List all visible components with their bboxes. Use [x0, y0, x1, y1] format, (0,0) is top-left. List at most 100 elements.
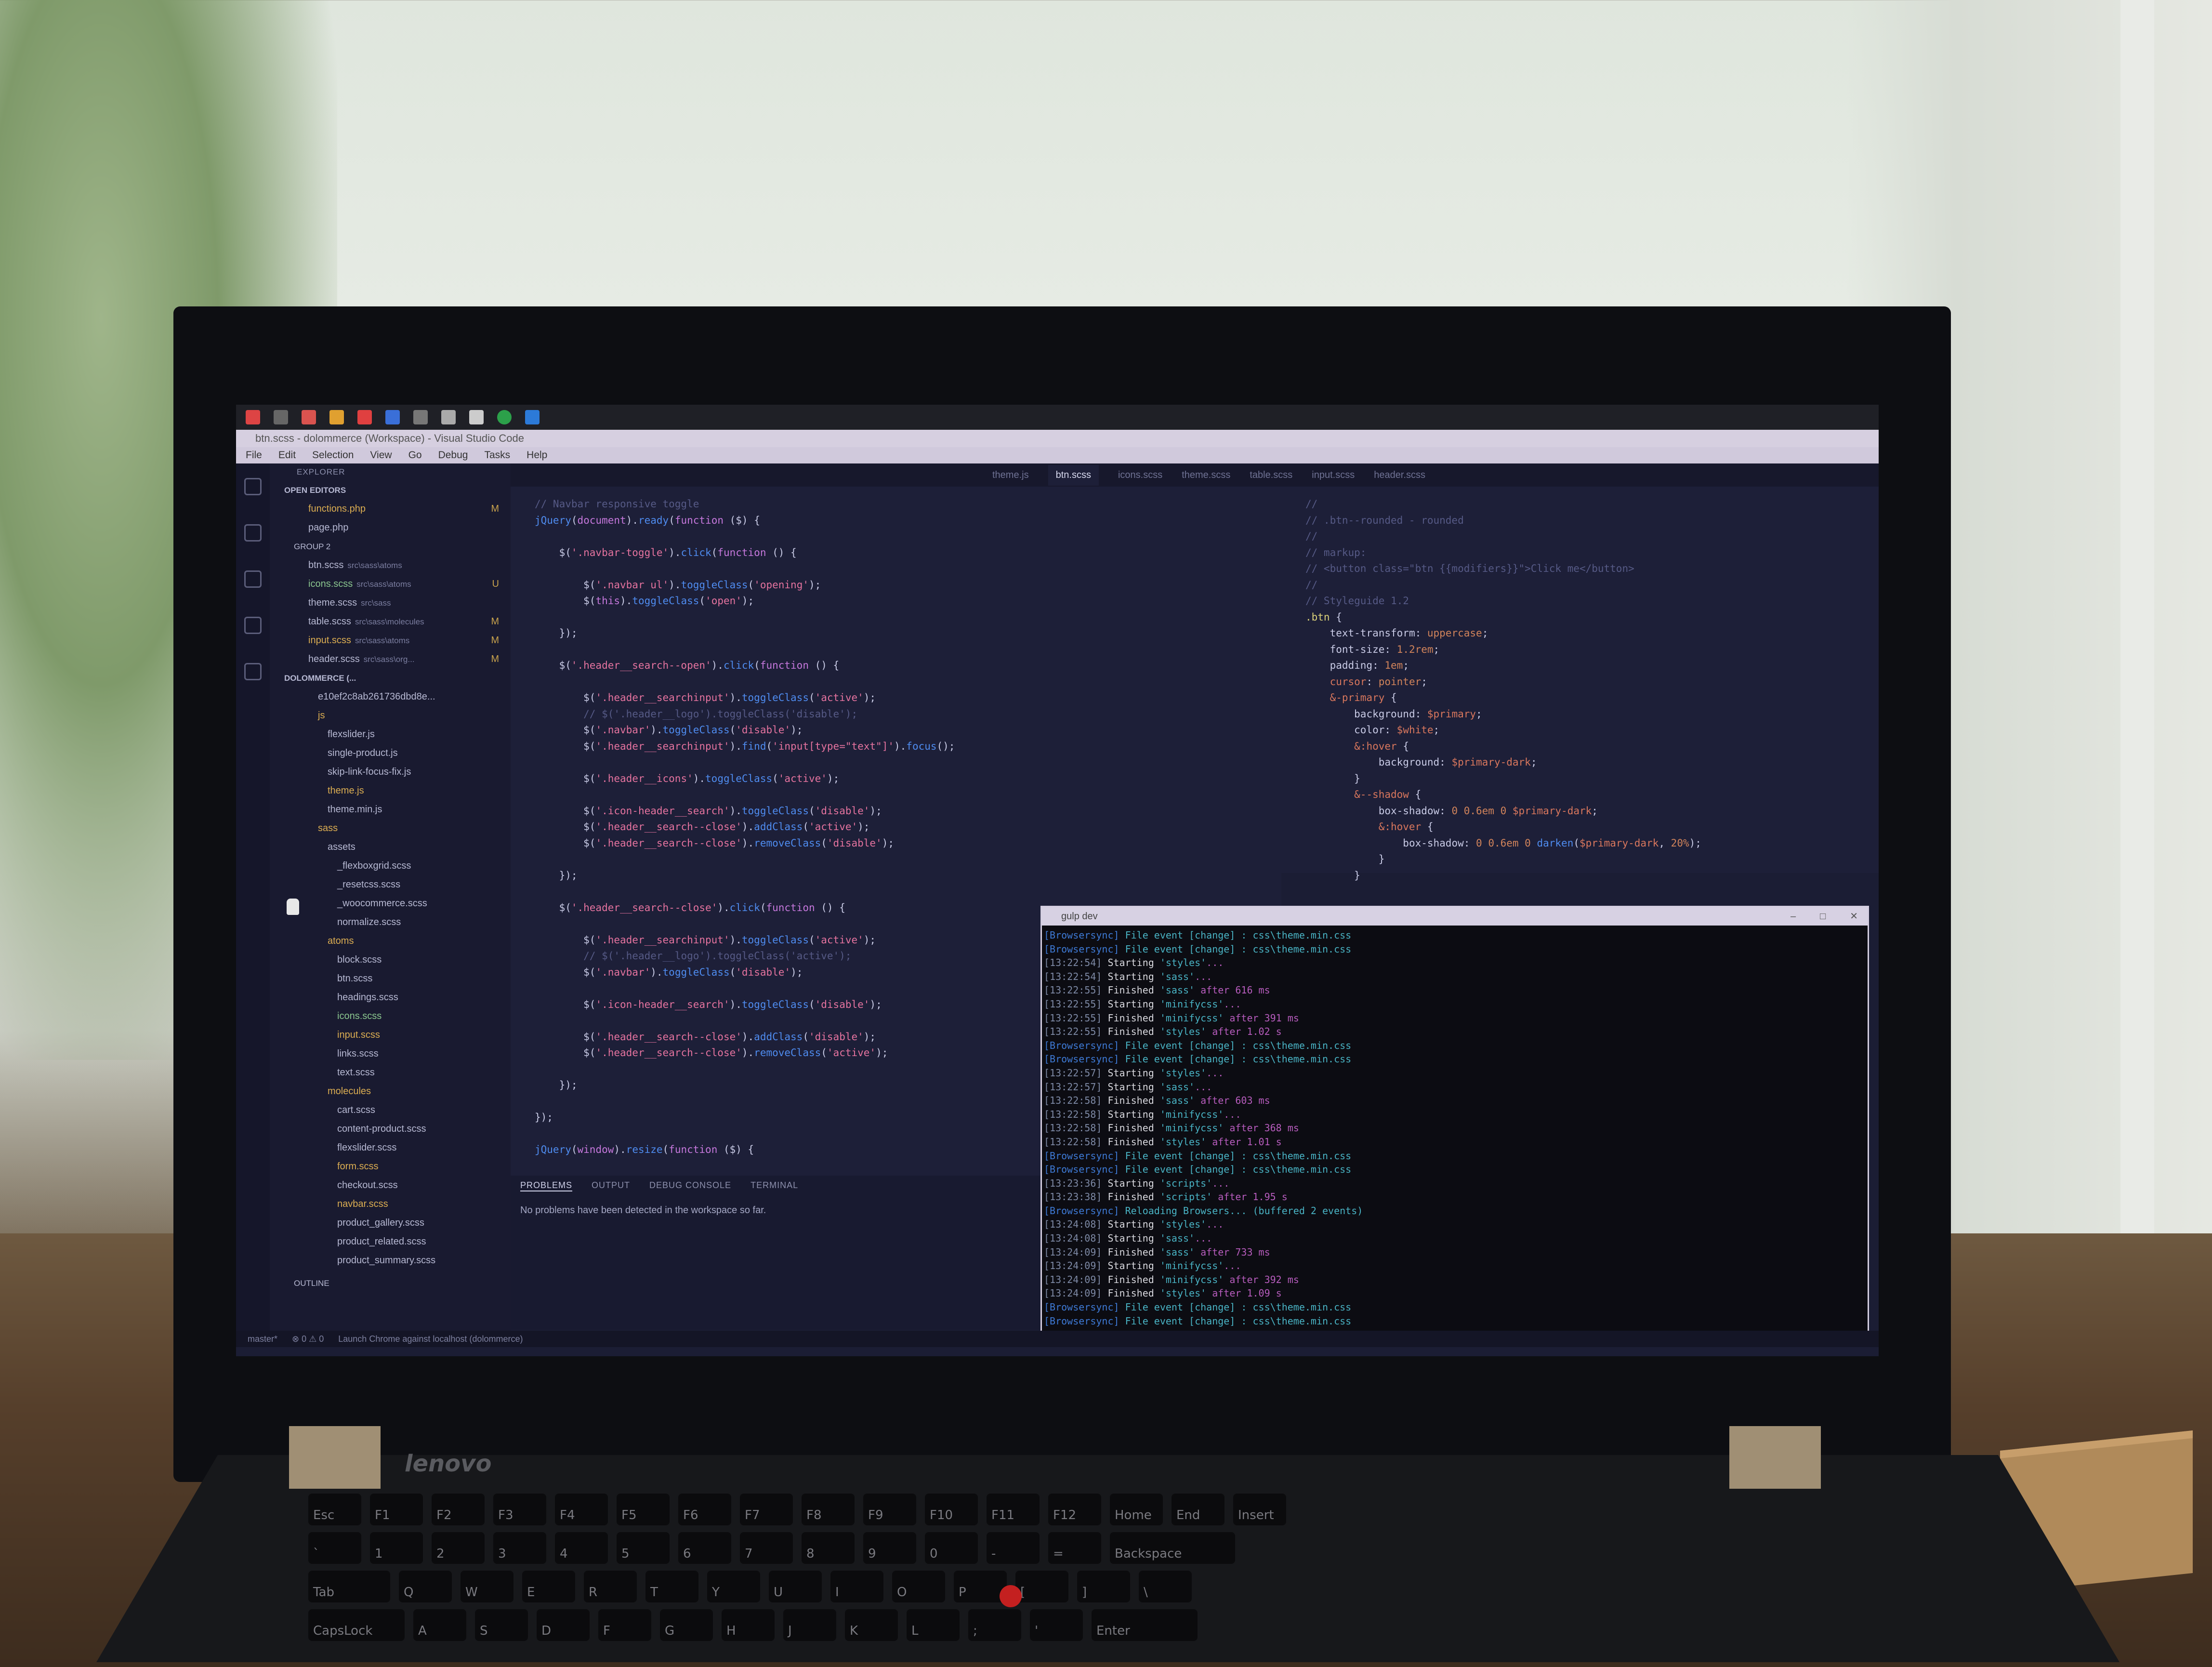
key: ;	[968, 1609, 1021, 1641]
tree-item[interactable]: product_gallery.scss	[270, 1214, 511, 1232]
launch-config[interactable]: Launch Chrome against localhost (dolomme…	[338, 1331, 523, 1347]
tree-item[interactable]: text.scss	[270, 1063, 511, 1082]
search-icon[interactable]	[244, 524, 262, 542]
tree-item[interactable]: product_summary.scss	[270, 1251, 511, 1270]
terminal-window[interactable]: gulp dev – □ ✕ [Browsersync] File event …	[1040, 906, 1869, 1335]
tree-item[interactable]: flexslider.js	[270, 725, 511, 744]
terminal-titlebar[interactable]: gulp dev – □ ✕	[1042, 907, 1868, 926]
tree-folder[interactable]: atoms	[270, 932, 511, 951]
key: '	[1030, 1609, 1083, 1641]
terminal-line: [13:22:55] Finished 'styles' after 1.02 …	[1044, 1026, 1282, 1038]
tree-item[interactable]: flexslider.scss	[270, 1138, 511, 1157]
tree-item[interactable]: btn.scss	[270, 969, 511, 988]
tree-item[interactable]: input.scss	[270, 1026, 511, 1045]
menu-file[interactable]: File	[246, 447, 262, 463]
check-icon[interactable]	[469, 410, 484, 424]
key: Home	[1110, 1494, 1163, 1525]
tab-icons-scss[interactable]: icons.scss	[1118, 470, 1162, 481]
open-editor-item[interactable]: table.scss src\sass\molecules M	[270, 612, 511, 631]
menu-help[interactable]: Help	[527, 447, 547, 463]
open-editor-item[interactable]: page.php	[270, 518, 511, 537]
app-icon[interactable]	[302, 410, 316, 424]
tree-item[interactable]: links.scss	[270, 1045, 511, 1063]
tree-folder[interactable]: js	[270, 706, 511, 725]
open-editor-item[interactable]: header.scss src\sass\org... M	[270, 650, 511, 669]
open-editor-item[interactable]: input.scss src\sass\atoms M	[270, 631, 511, 650]
key: F9	[863, 1494, 916, 1525]
tree-item[interactable]: content-product.scss	[270, 1120, 511, 1138]
open-editor-item[interactable]: theme.scss src\sass	[270, 594, 511, 612]
explorer-sidebar: EXPLORER OPEN EDITORS functions.php M pag…	[270, 463, 511, 1331]
files-icon[interactable]	[244, 478, 262, 495]
menu-selection[interactable]: Selection	[312, 447, 354, 463]
open-editor-item[interactable]: btn.scss src\sass\atoms	[270, 556, 511, 575]
menu-edit[interactable]: Edit	[278, 447, 296, 463]
tree-item[interactable]: single-product.js	[270, 744, 511, 763]
debug-icon[interactable]	[244, 617, 262, 634]
open-editor-item[interactable]: functions.php M	[270, 500, 511, 518]
key: F3	[493, 1494, 546, 1525]
tab-terminal[interactable]: TERMINAL	[750, 1180, 798, 1191]
tree-folder[interactable]: assets	[270, 838, 511, 857]
tab-input-scss[interactable]: input.scss	[1312, 470, 1355, 481]
key: 1	[370, 1532, 423, 1564]
gear-icon[interactable]	[441, 410, 456, 424]
tree-item[interactable]: normalize.scss	[270, 913, 511, 932]
chrome-icon[interactable]	[497, 410, 512, 424]
key: `	[308, 1532, 361, 1564]
key: Y	[707, 1571, 760, 1602]
minimize-icon[interactable]: –	[1791, 907, 1796, 926]
app-icon[interactable]	[413, 410, 428, 424]
search-icon[interactable]	[274, 410, 288, 424]
key: G	[660, 1609, 713, 1641]
folder-icon[interactable]	[329, 410, 344, 424]
tree-item[interactable]: _flexboxgrid.scss	[270, 857, 511, 875]
close-icon[interactable]: ✕	[1850, 907, 1858, 926]
problems-count[interactable]: ⊗ 0 ⚠ 0	[292, 1331, 324, 1347]
workspace-header[interactable]: DOLOMMERCE (...	[270, 669, 511, 688]
tab-theme-js[interactable]: theme.js	[992, 470, 1029, 481]
outline-header[interactable]: OUTLINE	[270, 1274, 511, 1293]
tab-btn-scss[interactable]: btn.scss	[1048, 464, 1099, 486]
menu-view[interactable]: View	[370, 447, 392, 463]
tree-item[interactable]: _woocommerce.scss	[270, 894, 511, 913]
tree-folder[interactable]: sass	[270, 819, 511, 838]
tab-table-scss[interactable]: table.scss	[1250, 470, 1292, 481]
tree-item[interactable]: checkout.scss	[270, 1176, 511, 1195]
app-icon[interactable]	[357, 410, 372, 424]
tree-item[interactable]: icons.scss	[270, 1007, 511, 1026]
tab-output[interactable]: OUTPUT	[592, 1180, 630, 1191]
key: Tab	[308, 1571, 390, 1602]
tree-item[interactable]: theme.js	[270, 781, 511, 800]
tree-item[interactable]: e10ef2c8ab261736dbd8e...	[270, 688, 511, 706]
menu-tasks[interactable]: Tasks	[484, 447, 510, 463]
window-title: btn.scss - dolommerce (Workspace) - Visu…	[236, 430, 1879, 447]
tree-item[interactable]: navbar.scss	[270, 1195, 511, 1214]
tree-item[interactable]: theme.min.js	[270, 800, 511, 819]
extensions-icon[interactable]	[244, 663, 262, 680]
vscode-icon[interactable]	[525, 410, 540, 424]
menu-go[interactable]: Go	[408, 447, 422, 463]
tree-item[interactable]: product_related.scss	[270, 1232, 511, 1251]
tree-item[interactable]: block.scss	[270, 951, 511, 969]
tree-folder[interactable]: molecules	[270, 1082, 511, 1101]
hinge-left	[289, 1426, 381, 1489]
menu-debug[interactable]: Debug	[438, 447, 468, 463]
source-control-icon[interactable]	[244, 570, 262, 588]
tree-item[interactable]: _resetcss.scss	[270, 875, 511, 894]
git-branch[interactable]: master*	[248, 1331, 277, 1347]
tab-theme-scss[interactable]: theme.scss	[1182, 470, 1230, 481]
app-icon[interactable]	[385, 410, 400, 424]
tree-item[interactable]: headings.scss	[270, 988, 511, 1007]
maximize-icon[interactable]: □	[1820, 907, 1826, 926]
tree-item[interactable]: form.scss	[270, 1157, 511, 1176]
tab-problems[interactable]: PROBLEMS	[520, 1180, 573, 1191]
open-editors-header[interactable]: OPEN EDITORS	[270, 481, 511, 500]
tree-item[interactable]: skip-link-focus-fix.js	[270, 763, 511, 781]
terminal-line: [13:22:55] Starting 'minifycss'...	[1044, 998, 1241, 1010]
tree-item[interactable]: cart.scss	[270, 1101, 511, 1120]
windows-start-icon[interactable]	[246, 410, 260, 424]
tab-header-scss[interactable]: header.scss	[1374, 470, 1425, 481]
tab-debug-console[interactable]: DEBUG CONSOLE	[649, 1180, 731, 1191]
open-editor-item[interactable]: icons.scss src\sass\atoms U	[270, 575, 511, 594]
